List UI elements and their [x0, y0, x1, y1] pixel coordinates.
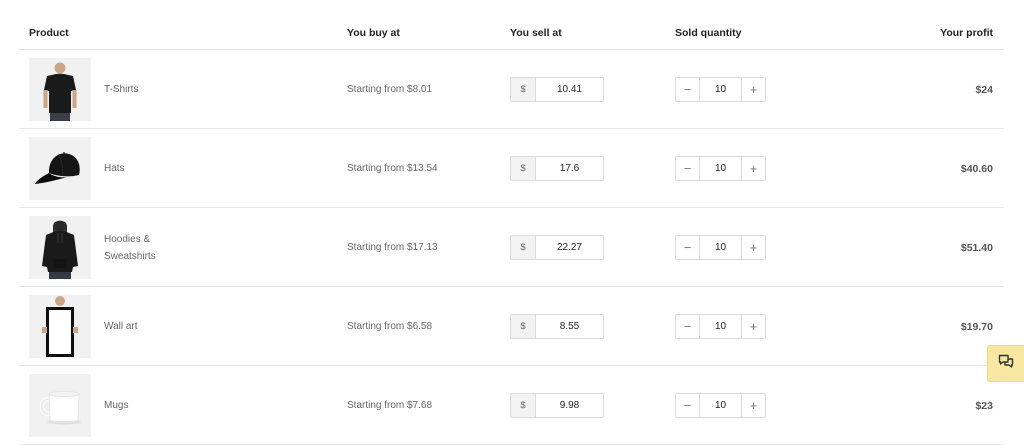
sell-price-field[interactable]: $ 22.27	[510, 235, 604, 260]
product-name: T-Shirts	[104, 84, 139, 95]
column-header-profit: Your profit	[940, 27, 993, 39]
quantity-input[interactable]: 10	[699, 315, 742, 338]
chat-widget-button[interactable]	[987, 345, 1024, 382]
quantity-stepper: − 10 +	[675, 156, 766, 181]
product-name: Hoodies & Sweatshirts	[104, 233, 156, 262]
decrease-quantity-button[interactable]: −	[676, 315, 699, 338]
wall-art-image	[29, 295, 91, 358]
quantity-input[interactable]: 10	[699, 157, 742, 180]
currency-label: $	[511, 157, 536, 180]
quantity-input[interactable]: 10	[699, 394, 742, 417]
sell-price-field[interactable]: $ 10.41	[510, 77, 604, 102]
increase-quantity-button[interactable]: +	[742, 315, 765, 338]
profit-value: $40.60	[960, 162, 993, 175]
increase-quantity-button[interactable]: +	[742, 78, 765, 101]
table-row: T-Shirts Starting from $8.01 $ 10.41 − 1…	[19, 50, 1004, 129]
table-row: Mugs Starting from $7.68 $ 9.98 − 10 + $…	[19, 366, 1004, 445]
sell-price-field[interactable]: $ 9.98	[510, 393, 604, 418]
quantity-input[interactable]: 10	[699, 236, 742, 259]
column-header-sold-quantity: Sold quantity	[675, 27, 742, 39]
sell-price-input[interactable]: 8.55	[536, 315, 603, 338]
product-name: Wall art	[104, 321, 138, 332]
table-header: Product You buy at You sell at Sold quan…	[19, 18, 1004, 50]
buy-price: Starting from $8.01	[347, 84, 433, 95]
table-row: Wall art Starting from $6.58 $ 8.55 − 10…	[19, 287, 1004, 366]
tshirt-image	[29, 58, 91, 121]
decrease-quantity-button[interactable]: −	[676, 157, 699, 180]
sell-price-input[interactable]: 10.41	[536, 78, 603, 101]
product-name: Hats	[104, 163, 125, 174]
sell-price-field[interactable]: $ 17.6	[510, 156, 604, 181]
column-header-product: Product	[29, 27, 69, 39]
quantity-input[interactable]: 10	[699, 78, 742, 101]
quantity-stepper: − 10 +	[675, 314, 766, 339]
hoodie-image	[29, 216, 91, 279]
sell-price-field[interactable]: $ 8.55	[510, 314, 604, 339]
buy-price: Starting from $6.58	[347, 321, 433, 332]
profit-calculator-table: Product You buy at You sell at Sold quan…	[19, 18, 1004, 445]
column-header-buy-at: You buy at	[347, 27, 400, 39]
increase-quantity-button[interactable]: +	[742, 394, 765, 417]
column-header-sell-at: You sell at	[510, 27, 562, 39]
sell-price-input[interactable]: 9.98	[536, 394, 603, 417]
chat-icon	[998, 354, 1014, 373]
increase-quantity-button[interactable]: +	[742, 157, 765, 180]
profit-value: $51.40	[960, 241, 993, 254]
currency-label: $	[511, 315, 536, 338]
sell-price-input[interactable]: 17.6	[536, 157, 603, 180]
profit-value: $24	[975, 83, 993, 96]
decrease-quantity-button[interactable]: −	[676, 394, 699, 417]
sell-price-input[interactable]: 22.27	[536, 236, 603, 259]
currency-label: $	[511, 394, 536, 417]
currency-label: $	[511, 78, 536, 101]
quantity-stepper: − 10 +	[675, 77, 766, 102]
quantity-stepper: − 10 +	[675, 393, 766, 418]
currency-label: $	[511, 236, 536, 259]
table-row: Hats Starting from $13.54 $ 17.6 − 10 + …	[19, 129, 1004, 208]
decrease-quantity-button[interactable]: −	[676, 78, 699, 101]
decrease-quantity-button[interactable]: −	[676, 236, 699, 259]
increase-quantity-button[interactable]: +	[742, 236, 765, 259]
quantity-stepper: − 10 +	[675, 235, 766, 260]
buy-price: Starting from $17.13	[347, 242, 438, 253]
table-row: Hoodies & Sweatshirts Starting from $17.…	[19, 208, 1004, 287]
product-name: Mugs	[104, 400, 129, 411]
buy-price: Starting from $7.68	[347, 400, 433, 411]
buy-price: Starting from $13.54	[347, 163, 438, 174]
hat-image	[29, 137, 91, 200]
mug-image	[29, 374, 91, 437]
